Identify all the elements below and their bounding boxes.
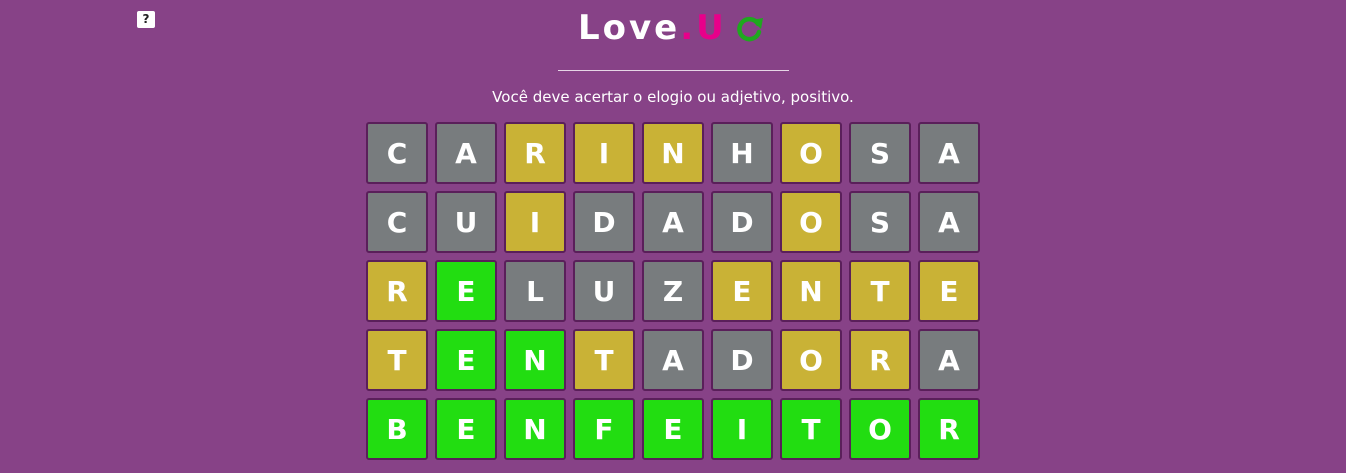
letter-tile: U — [435, 191, 497, 253]
letter-tile: U — [573, 260, 635, 322]
letter-tile: O — [780, 191, 842, 253]
letter-tile: B — [366, 398, 428, 460]
board-row: BENFEITOR — [366, 398, 983, 460]
letter-tile: A — [642, 191, 704, 253]
letter-tile: E — [435, 398, 497, 460]
letter-tile: R — [918, 398, 980, 460]
title-accent: U — [696, 8, 727, 48]
instructions-text: Você deve acertar o elogio ou adjetivo, … — [492, 88, 854, 106]
board-row: RELUZENTE — [366, 260, 983, 322]
letter-tile: A — [918, 191, 980, 253]
letter-tile: R — [366, 260, 428, 322]
game-board: CARINHOSACUIDADOSARELUZENTETENTADORABENF… — [366, 122, 983, 467]
letter-tile: N — [780, 260, 842, 322]
letter-tile: S — [849, 122, 911, 184]
letter-tile: L — [504, 260, 566, 322]
letter-tile: A — [918, 329, 980, 391]
board-row: CARINHOSA — [366, 122, 983, 184]
letter-tile: N — [504, 329, 566, 391]
letter-tile: O — [780, 329, 842, 391]
letter-tile: C — [366, 122, 428, 184]
title-dot: . — [680, 8, 697, 48]
letter-tile: E — [642, 398, 704, 460]
letter-tile: N — [642, 122, 704, 184]
divider — [558, 70, 789, 71]
letter-tile: O — [849, 398, 911, 460]
letter-tile: R — [504, 122, 566, 184]
letter-tile: F — [573, 398, 635, 460]
letter-tile: T — [366, 329, 428, 391]
letter-tile: I — [504, 191, 566, 253]
header: Love.U — [0, 0, 1346, 60]
letter-tile: R — [849, 329, 911, 391]
letter-tile: N — [504, 398, 566, 460]
letter-tile: S — [849, 191, 911, 253]
board-row: CUIDADOSA — [366, 191, 983, 253]
letter-tile: A — [435, 122, 497, 184]
letter-tile: T — [573, 329, 635, 391]
letter-tile: E — [435, 329, 497, 391]
letter-tile: T — [780, 398, 842, 460]
letter-tile: H — [711, 122, 773, 184]
letter-tile: D — [711, 329, 773, 391]
letter-tile: Z — [642, 260, 704, 322]
letter-tile: D — [711, 191, 773, 253]
letter-tile: E — [435, 260, 497, 322]
letter-tile: D — [573, 191, 635, 253]
letter-tile: O — [780, 122, 842, 184]
letter-tile: E — [918, 260, 980, 322]
letter-tile: C — [366, 191, 428, 253]
reload-icon[interactable] — [732, 12, 766, 46]
title-main: Love — [578, 8, 681, 48]
page-title: Love.U — [578, 8, 727, 48]
letter-tile: T — [849, 260, 911, 322]
board-row: TENTADORA — [366, 329, 983, 391]
letter-tile: I — [711, 398, 773, 460]
letter-tile: A — [918, 122, 980, 184]
letter-tile: E — [711, 260, 773, 322]
letter-tile: A — [642, 329, 704, 391]
letter-tile: I — [573, 122, 635, 184]
